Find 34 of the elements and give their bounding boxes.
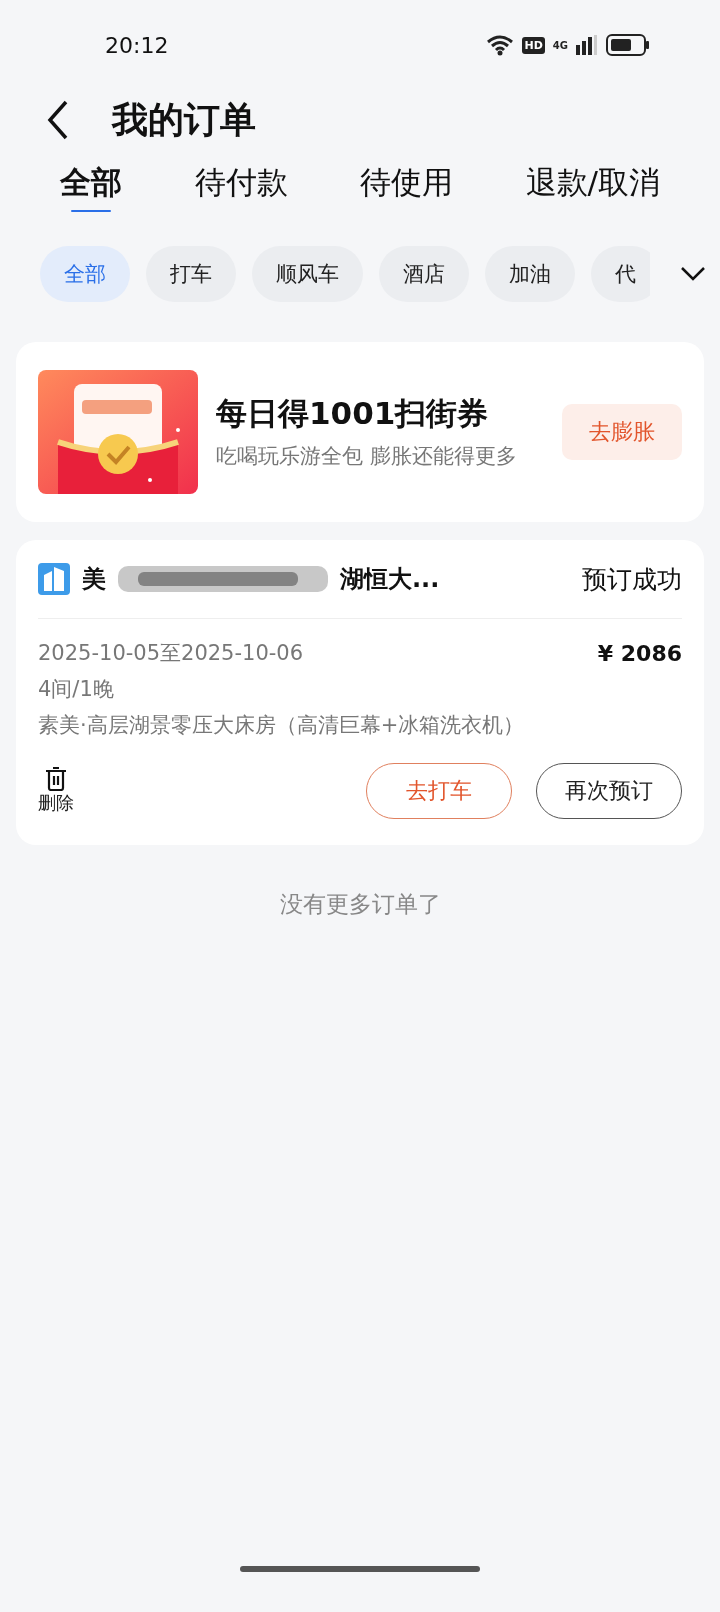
chevron-down-icon[interactable]: [680, 266, 706, 282]
rooms-nights: 4间/1晚: [38, 676, 115, 703]
delete-button[interactable]: 删除: [38, 767, 74, 815]
wifi-icon: [486, 34, 515, 56]
promo-subtitle: 吃喝玩乐游全包 膨胀还能得更多: [216, 442, 518, 470]
promo-title: 每日得1001扫街券: [216, 393, 490, 433]
end-of-list-note: 没有更多订单了: [278, 890, 442, 919]
call-taxi-button[interactable]: 去打车: [366, 763, 512, 819]
page-title: 我的订单: [112, 97, 256, 142]
rebook-button[interactable]: 再次预订: [536, 763, 682, 819]
category-chip[interactable]: 代: [591, 246, 650, 302]
order-status: 预订成功: [582, 563, 682, 596]
category-chip[interactable]: 顺风车: [252, 246, 363, 302]
order-tab[interactable]: 退款/取消: [525, 162, 660, 212]
order-tab[interactable]: 待付款: [194, 162, 288, 212]
room-type: 素美·高层湖景零压大床房（高清巨幕+冰箱洗衣机）: [38, 712, 526, 739]
status-time: 20:12: [105, 32, 169, 58]
hotel-name-end: 湖恒大...: [340, 564, 440, 595]
trash-icon: [45, 767, 67, 791]
order-tab[interactable]: 待使用: [360, 162, 454, 212]
category-chip[interactable]: 打车: [146, 246, 236, 302]
order-tab[interactable]: 全部: [60, 162, 122, 212]
battery-icon: [606, 34, 650, 56]
stay-dates: 2025-10-05至2025-10-06: [38, 640, 304, 667]
category-chip[interactable]: 酒店: [379, 246, 469, 302]
signal-icon: [576, 35, 598, 55]
order-price: ¥ 2086: [597, 640, 682, 666]
network-label: 4G: [552, 39, 568, 51]
category-chip[interactable]: 加油: [485, 246, 575, 302]
category-chip[interactable]: 全部: [40, 246, 130, 302]
hd-badge: HD: [522, 36, 545, 54]
hotel-icon: [38, 563, 70, 595]
back-icon[interactable]: [46, 100, 70, 140]
hotel-name-start: 美: [82, 564, 106, 595]
